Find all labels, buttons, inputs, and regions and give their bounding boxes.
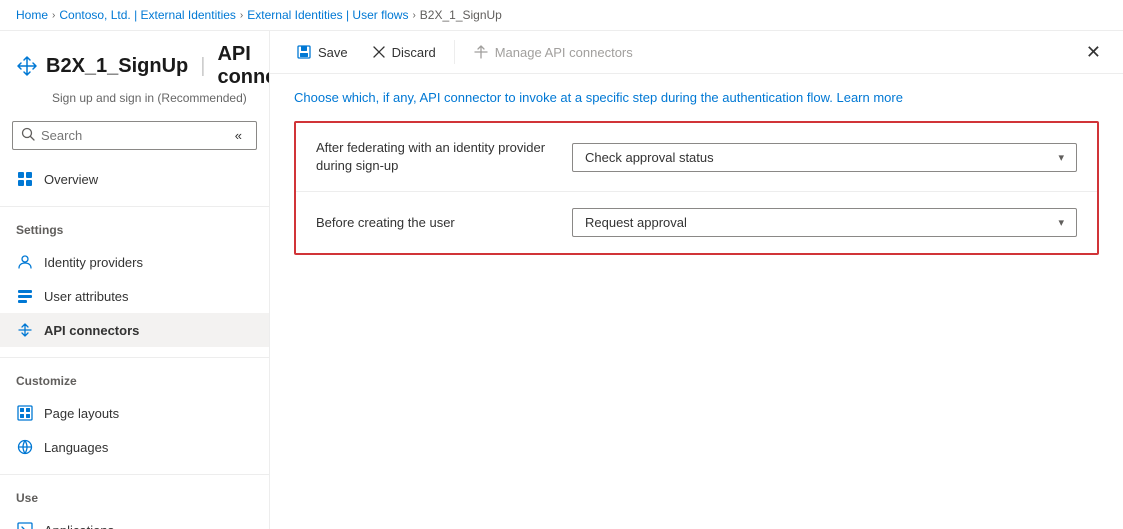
nav-item-identity-providers[interactable]: Identity providers bbox=[0, 245, 269, 279]
nav-item-languages[interactable]: Languages bbox=[0, 430, 269, 464]
page-title: B2X_1_SignUp bbox=[46, 55, 188, 78]
nav-item-applications[interactable]: Applications bbox=[0, 513, 269, 529]
connector-row-1: After federating with an identity provid… bbox=[296, 123, 1097, 192]
api-connectors-icon bbox=[16, 321, 34, 339]
search-box: « bbox=[12, 121, 257, 150]
learn-more-link[interactable]: Learn more bbox=[836, 90, 902, 105]
settings-section-label: Settings bbox=[0, 213, 269, 241]
manage-icon bbox=[473, 44, 489, 60]
breadcrumb-sep-3: › bbox=[412, 10, 415, 21]
nav-item-user-attributes-label: User attributes bbox=[44, 289, 129, 304]
main-layout: B2X_1_SignUp | API connectors ... Sign u… bbox=[0, 31, 1123, 529]
title-separator: | bbox=[200, 55, 205, 78]
connector-row-2: Before creating the user Request approva… bbox=[296, 192, 1097, 253]
divider-use bbox=[0, 474, 269, 475]
chevron-down-icon-1: ▾ bbox=[1058, 151, 1064, 164]
save-button[interactable]: Save bbox=[286, 39, 358, 65]
info-text: Choose which, if any, API connector to i… bbox=[294, 90, 1099, 105]
page-title-row: B2X_1_SignUp | API connectors ... bbox=[16, 43, 253, 89]
page-layouts-icon bbox=[16, 404, 34, 422]
api-connector-section: After federating with an identity provid… bbox=[294, 121, 1099, 255]
overview-icon bbox=[16, 170, 34, 188]
user-attributes-icon bbox=[16, 287, 34, 305]
page-header: B2X_1_SignUp | API connectors ... Sign u… bbox=[0, 31, 269, 113]
identity-providers-icon bbox=[16, 253, 34, 271]
move-icon bbox=[16, 52, 38, 80]
collapse-sidebar-button[interactable]: « bbox=[229, 126, 248, 145]
nav-item-page-layouts-label: Page layouts bbox=[44, 406, 119, 421]
nav-item-api-connectors[interactable]: API connectors bbox=[0, 313, 269, 347]
search-icon bbox=[21, 127, 35, 144]
divider-customize bbox=[0, 357, 269, 358]
languages-icon bbox=[16, 438, 34, 456]
nav-overview-section: Overview bbox=[0, 158, 269, 200]
sidebar: B2X_1_SignUp | API connectors ... Sign u… bbox=[0, 31, 270, 529]
connector-label-2: Before creating the user bbox=[316, 214, 556, 232]
connector-select-1-value: Check approval status bbox=[585, 150, 714, 165]
nav-item-overview[interactable]: Overview bbox=[0, 162, 269, 196]
customize-section-label: Customize bbox=[0, 364, 269, 392]
nav-item-api-connectors-label: API connectors bbox=[44, 323, 139, 338]
nav-item-applications-label: Applications bbox=[44, 523, 114, 529]
toolbar: Save Discard Manage API connectors bbox=[270, 31, 1123, 74]
applications-icon bbox=[16, 521, 34, 529]
nav-item-user-attributes[interactable]: User attributes bbox=[0, 279, 269, 313]
connector-label-1: After federating with an identity provid… bbox=[316, 139, 556, 175]
breadcrumb: Home › Contoso, Ltd. | External Identiti… bbox=[0, 0, 1123, 31]
breadcrumb-sep-1: › bbox=[52, 10, 55, 21]
page-content: Choose which, if any, API connector to i… bbox=[270, 74, 1123, 529]
content-area: Save Discard Manage API connectors bbox=[270, 31, 1123, 529]
close-button[interactable]: ✕ bbox=[1080, 40, 1107, 65]
breadcrumb-home[interactable]: Home bbox=[16, 8, 48, 22]
nav-customize-section: Page layouts Languages bbox=[0, 392, 269, 468]
page-description: Sign up and sign in (Recommended) bbox=[52, 91, 253, 105]
use-section-label: Use bbox=[0, 481, 269, 509]
breadcrumb-contoso[interactable]: Contoso, Ltd. | External Identities bbox=[59, 8, 236, 22]
chevron-down-icon-2: ▾ bbox=[1058, 216, 1064, 229]
breadcrumb-current: B2X_1_SignUp bbox=[420, 8, 502, 22]
toolbar-separator bbox=[454, 40, 455, 64]
save-icon bbox=[296, 44, 312, 60]
nav-item-identity-providers-label: Identity providers bbox=[44, 255, 143, 270]
nav-item-languages-label: Languages bbox=[44, 440, 108, 455]
nav-settings-section: Identity providers User attributes bbox=[0, 241, 269, 351]
connector-select-2[interactable]: Request approval ▾ bbox=[572, 208, 1077, 237]
search-container: « bbox=[0, 113, 269, 158]
page-subtitle-prefix: API connectors bbox=[217, 43, 270, 89]
nav-use-section: Applications bbox=[0, 509, 269, 529]
connector-select-1[interactable]: Check approval status ▾ bbox=[572, 143, 1077, 172]
connector-select-2-value: Request approval bbox=[585, 215, 687, 230]
divider-settings bbox=[0, 206, 269, 207]
manage-api-connectors-button[interactable]: Manage API connectors bbox=[463, 39, 643, 65]
nav-item-overview-label: Overview bbox=[44, 172, 98, 187]
breadcrumb-user-flows[interactable]: External Identities | User flows bbox=[247, 8, 408, 22]
nav-item-page-layouts[interactable]: Page layouts bbox=[0, 396, 269, 430]
discard-icon bbox=[372, 45, 386, 59]
breadcrumb-sep-2: › bbox=[240, 10, 243, 21]
discard-button[interactable]: Discard bbox=[362, 40, 446, 65]
app-container: Home › Contoso, Ltd. | External Identiti… bbox=[0, 0, 1123, 529]
search-input[interactable] bbox=[41, 128, 219, 143]
